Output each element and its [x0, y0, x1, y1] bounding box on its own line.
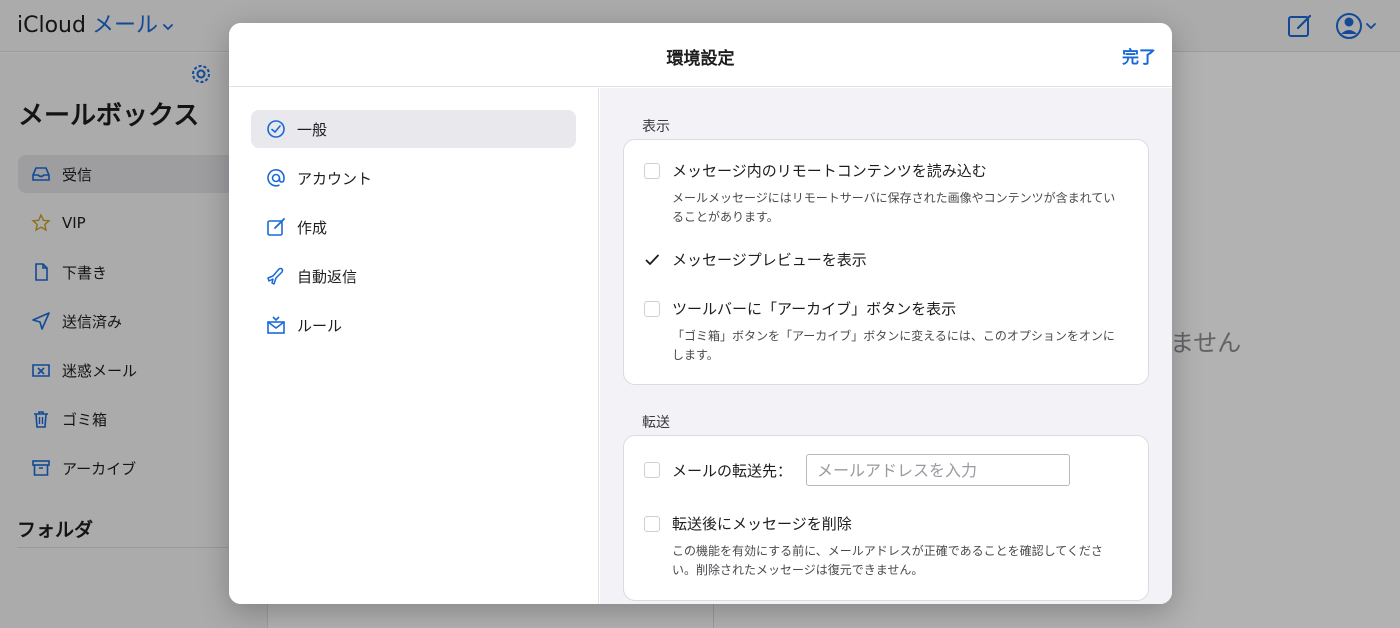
nav-item-label: 一般 — [297, 120, 328, 139]
preferences-nav: 一般 アカウント 作成 自動返信 ルール — [229, 88, 599, 604]
section-label-display: 表示 — [642, 119, 670, 135]
done-button[interactable]: 完了 — [1122, 43, 1156, 68]
option-description: この機能を有効にする前に、メールアドレスが正確であることを確認してください。削除… — [672, 544, 1103, 577]
modal-title: 環境設定 — [666, 49, 735, 69]
nav-item-vacation[interactable]: 自動返信 — [251, 257, 576, 295]
option-label: メッセージプレビューを表示 — [672, 251, 867, 269]
option-label: メールの転送先： — [672, 461, 793, 480]
remote-content-checkbox[interactable] — [644, 162, 660, 179]
display-card: メッセージ内のリモートコンテンツを読み込む メールメッセージにはリモートサーバに… — [623, 139, 1149, 385]
option-label: メッセージ内のリモートコンテンツを読み込む — [672, 162, 987, 180]
nav-item-rules[interactable]: ルール — [251, 306, 576, 344]
option-delete-after-forward: 転送後にメッセージを削除 この機能を有効にする前に、メールアドレスが正確であるこ… — [644, 513, 1128, 580]
nav-item-compose[interactable]: 作成 — [251, 208, 576, 246]
preferences-content: 表示 メッセージ内のリモートコンテンツを読み込む メールメッセージにはリモートサ… — [600, 88, 1172, 604]
forward-email-input[interactable] — [806, 454, 1071, 486]
compose-icon — [265, 216, 287, 238]
forward-checkbox[interactable] — [644, 462, 660, 478]
forwarding-card: メールの転送先： 転送後にメッセージを削除 この機能を有効にする前に、メールアド… — [623, 435, 1149, 601]
rules-envelope-icon — [265, 314, 287, 336]
option-label: ツールバーに「アーカイブ」ボタンを表示 — [672, 300, 957, 318]
nav-item-accounts[interactable]: アカウント — [251, 159, 576, 197]
preferences-modal: 環境設定 完了 一般 アカウント 作成 自動返信 ルール 表示 メッセージ内のリ… — [229, 23, 1172, 604]
modal-header: 環境設定 完了 — [229, 23, 1172, 87]
checkmark-circle-icon — [265, 118, 287, 140]
option-description: メールメッセージにはリモートサーバに保存された画像やコンテンツが含まれていること… — [672, 191, 1116, 224]
archive-button-checkbox[interactable] — [644, 300, 660, 317]
option-remote-content: メッセージ内のリモートコンテンツを読み込む メールメッセージにはリモートサーバに… — [644, 160, 1128, 227]
delete-after-forward-checkbox[interactable] — [644, 515, 660, 532]
airplane-icon — [265, 265, 287, 287]
option-archive-button: ツールバーに「アーカイブ」ボタンを表示 「ゴミ箱」ボタンを「アーカイブ」ボタンに… — [644, 298, 1128, 365]
nav-item-label: アカウント — [297, 169, 373, 188]
option-description: 「ゴミ箱」ボタンを「アーカイブ」ボタンに変えるには、このオプションをオンにします… — [672, 329, 1115, 362]
nav-item-general[interactable]: 一般 — [251, 110, 576, 148]
checkmark-icon — [645, 254, 659, 265]
nav-item-label: 自動返信 — [297, 267, 358, 286]
nav-item-label: 作成 — [297, 218, 328, 237]
nav-item-label: ルール — [297, 316, 343, 335]
at-icon — [265, 167, 287, 189]
message-preview-checkbox[interactable] — [644, 252, 660, 268]
option-message-preview: メッセージプレビューを表示 — [644, 249, 1128, 270]
option-forward-to: メールの転送先： — [644, 454, 1128, 486]
section-label-forwarding: 転送 — [642, 415, 670, 431]
option-label: 転送後にメッセージを削除 — [672, 515, 852, 533]
